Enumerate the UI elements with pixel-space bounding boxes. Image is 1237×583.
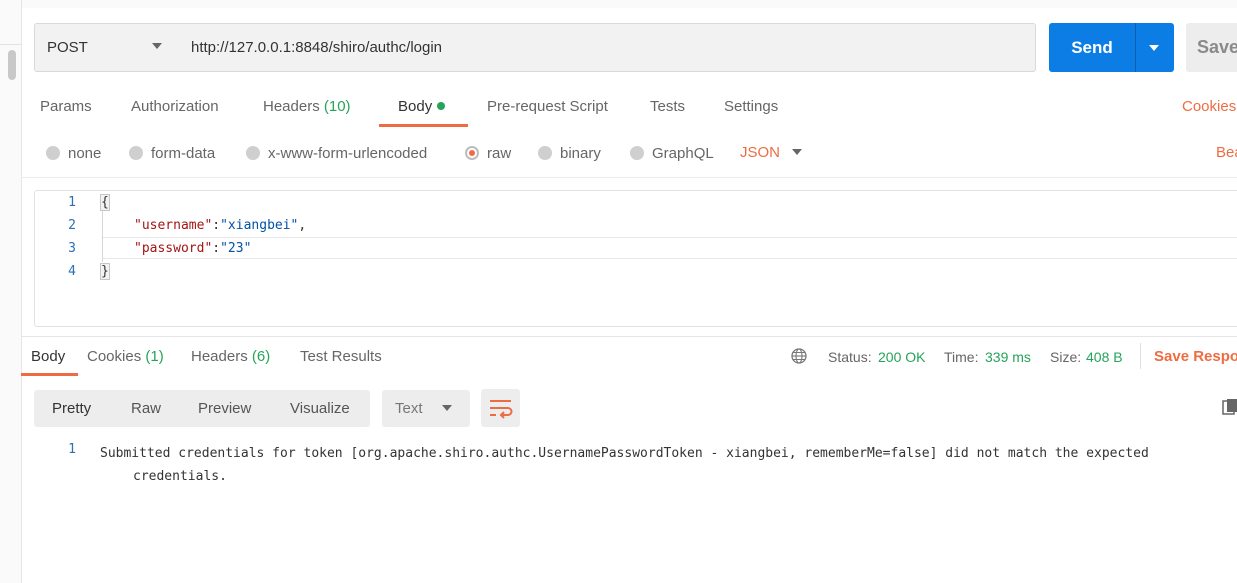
method-label: POST [47,39,88,56]
beautify-link[interactable]: Bea [1216,144,1237,161]
tab-settings[interactable]: Settings [724,98,778,115]
globe-icon[interactable] [791,348,807,364]
radio-binary[interactable]: binary [538,144,601,162]
radio-urlencoded-label: x-www-form-urlencoded [268,144,428,162]
format-select[interactable]: JSON [740,144,780,161]
resp-tab-body[interactable]: Body [31,348,65,365]
status-label: Status: [828,349,872,365]
tab-prerequest-script[interactable]: Pre-request Script [487,98,608,115]
save-label[interactable]: Save [1197,37,1237,58]
tab-headers-label: Headers [263,98,320,115]
active-line-border [102,258,1237,259]
tab-body-label: Body [398,98,433,115]
radio-raw[interactable]: raw [465,144,511,162]
open-brace: { [100,194,110,211]
tab-headers[interactable]: Headers (10) [263,98,351,115]
radio-graphql[interactable]: GraphQL [630,144,714,162]
radio-graphql-label: GraphQL [652,144,714,162]
code-line-4[interactable]: } [100,263,110,280]
line-number: 3 [68,241,76,256]
time-value[interactable]: 339 ms [985,349,1031,365]
tab-headers-count: (10) [323,98,351,115]
response-line-1-wrap: credentials. [133,469,227,484]
resp-tab-headers-count: (6) [251,348,271,365]
code-line-1[interactable]: { [100,194,110,211]
resp-tab-body-underline [21,373,78,376]
tab-body-underline [379,124,468,127]
radio-icon [538,146,552,160]
send-divider [1135,23,1136,72]
chevron-down-icon[interactable] [152,43,162,49]
left-rail-divider [0,44,21,45]
send-options-chevron-icon[interactable] [1149,45,1159,51]
view-pretty[interactable]: Pretty [52,400,91,417]
left-rail [0,0,22,583]
resp-tab-test-results[interactable]: Test Results [300,348,382,365]
json-key: "username" [134,218,213,233]
left-scrollbar[interactable] [8,50,16,80]
resp-tab-cookies-label: Cookies [87,348,142,365]
radio-icon [129,146,143,160]
cookies-link[interactable]: Cookies [1182,98,1236,115]
radio-selected-icon [465,146,479,160]
status-value[interactable]: 200 OK [878,349,925,365]
resp-tab-headers[interactable]: Headers (6) [191,348,270,365]
wrap-lines-icon [490,400,513,419]
active-line-border [102,237,1237,238]
indent-guide [102,210,103,262]
json-key: "password" [134,241,213,256]
radio-icon [246,146,260,160]
radio-raw-label: raw [487,144,512,162]
chevron-down-icon[interactable] [442,405,452,411]
radio-form-data[interactable]: form-data [129,144,215,162]
size-label: Size: [1050,349,1082,365]
time-label: Time: [944,349,979,365]
tab-authorization[interactable]: Authorization [131,98,219,115]
body-indicator-dot [437,102,446,110]
tab-tests[interactable]: Tests [650,98,685,115]
code-line-2[interactable]: "username":"xiangbei", [134,218,306,233]
response-body-text[interactable]: Submitted credentials for token [org.apa… [100,442,1220,488]
send-label[interactable]: Send [1049,38,1135,58]
resp-tab-headers-label: Headers [191,348,248,365]
close-brace: } [100,263,110,280]
json-value: "23" [220,241,252,256]
radio-form-data-label: form-data [151,144,216,162]
copy-icon[interactable] [1222,398,1237,416]
resp-tab-cookies[interactable]: Cookies (1) [87,348,164,365]
line-number: 1 [68,195,76,210]
radio-none[interactable]: none [46,144,101,162]
line-number: 2 [68,218,76,233]
url-value[interactable]: http://127.0.0.1:8848/shiro/authc/login [191,39,442,56]
divider [1140,343,1141,369]
view-visualize[interactable]: Visualize [290,400,350,417]
radio-none-label: none [68,144,102,162]
view-raw[interactable]: Raw [131,400,161,417]
divider [21,336,1237,337]
text-format-label: Text [395,400,423,417]
code-line-3[interactable]: "password":"23" [134,241,251,256]
chevron-down-icon[interactable] [792,149,802,155]
divider [21,177,1237,178]
json-value: "xiangbei" [220,218,299,233]
radio-urlencoded[interactable]: x-www-form-urlencoded [246,144,427,162]
radio-icon [630,146,644,160]
wrap-lines-button[interactable] [481,389,520,427]
radio-binary-label: binary [560,144,601,162]
response-line-number: 1 [68,442,76,457]
top-strip [21,0,1237,8]
response-line-1: Submitted credentials for token [org.apa… [100,446,1149,461]
view-preview[interactable]: Preview [198,400,251,417]
line-number: 4 [68,264,76,279]
tab-params[interactable]: Params [40,98,92,115]
size-value[interactable]: 408 B [1086,349,1123,365]
save-response-button[interactable]: Save Respo [1154,348,1237,365]
radio-icon [46,146,60,160]
tab-body[interactable]: Body [398,98,446,115]
resp-tab-cookies-count: (1) [145,348,164,365]
